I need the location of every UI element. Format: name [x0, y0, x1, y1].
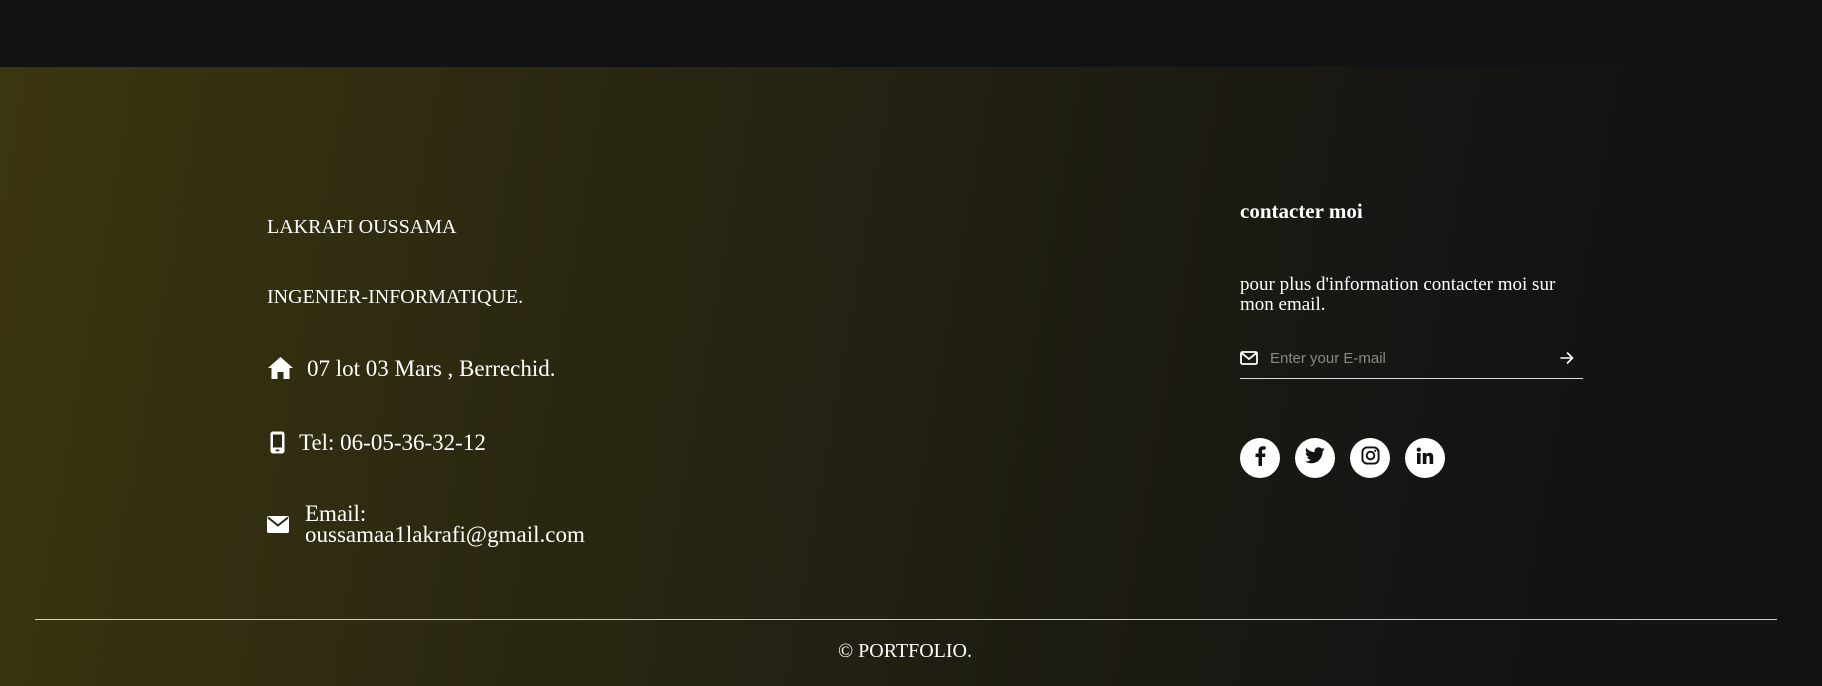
- address-text: 07 lot 03 Mars , Berrechid.: [307, 355, 556, 381]
- phone-text: Tel: 06-05-36-32-12: [299, 430, 486, 455]
- newsletter-form: [1240, 338, 1583, 379]
- email-label: Email:: [305, 501, 367, 526]
- email-row: Email: oussamaa1lakrafi@gmail.com: [266, 501, 585, 547]
- email-text: Email: oussamaa1lakrafi@gmail.com: [305, 501, 585, 547]
- envelope-outline-icon: [1240, 349, 1258, 367]
- twitter-icon: [1305, 447, 1325, 469]
- facebook-link[interactable]: [1240, 438, 1280, 478]
- email-address: oussamaa1lakrafi@gmail.com: [305, 522, 585, 547]
- email-input[interactable]: [1270, 349, 1557, 367]
- linkedin-link[interactable]: [1405, 438, 1445, 478]
- linkedin-icon: [1416, 447, 1434, 470]
- address-row: 07 lot 03 Mars , Berrechid.: [266, 356, 555, 380]
- phone-row: Tel: 06-05-36-32-12: [267, 431, 486, 454]
- profile-name: LAKRAFI OUSSAMA: [267, 216, 457, 238]
- copyright-text: © PORTFOLIO.: [837, 640, 972, 662]
- top-bar: [0, 0, 1822, 67]
- submit-arrow-icon[interactable]: [1557, 348, 1577, 368]
- contact-heading: contacter moi: [1240, 199, 1363, 223]
- instagram-link[interactable]: [1350, 438, 1390, 478]
- home-icon: [266, 356, 294, 380]
- contact-description: pour plus d'information contacter moi su…: [1240, 274, 1556, 315]
- profile-title: INGENIER-INFORMATIQUE.: [267, 286, 524, 308]
- envelope-icon: [266, 515, 290, 533]
- twitter-link[interactable]: [1295, 438, 1335, 478]
- mobile-phone-icon: [267, 431, 287, 454]
- social-links: [1240, 438, 1445, 478]
- facebook-icon: [1254, 445, 1266, 471]
- footer-divider: [35, 619, 1777, 620]
- instagram-icon: [1360, 446, 1380, 470]
